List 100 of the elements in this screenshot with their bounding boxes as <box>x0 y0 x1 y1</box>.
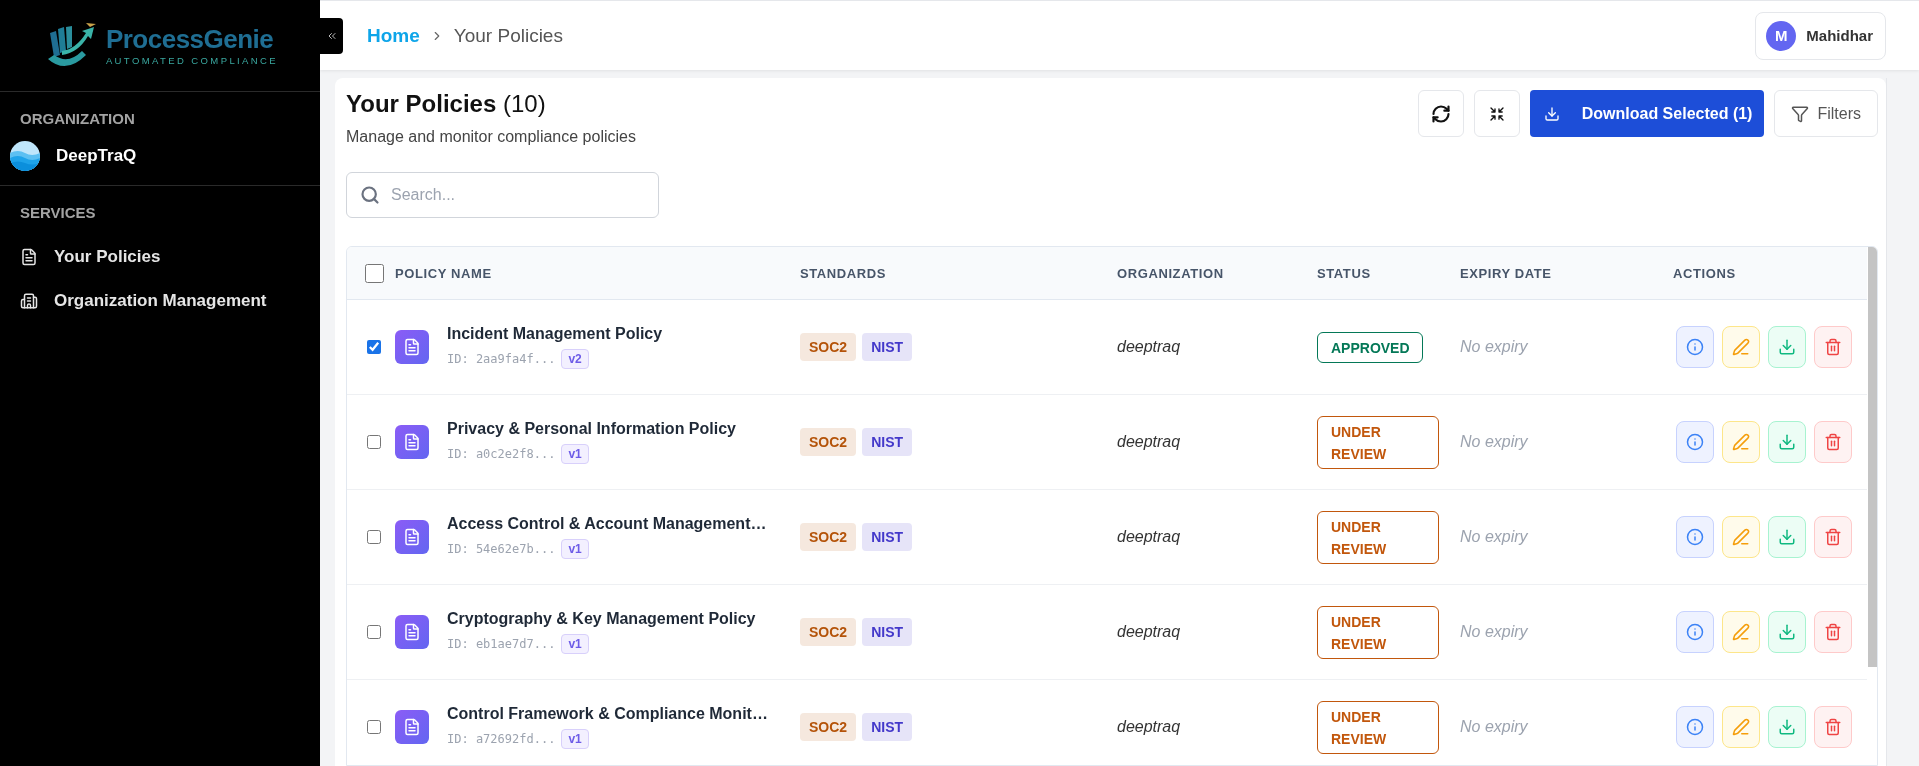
version-badge: v1 <box>561 444 589 464</box>
download-icon <box>1543 105 1560 122</box>
delete-button[interactable] <box>1814 421 1852 463</box>
standard-tag: NIST <box>862 333 912 361</box>
expiry-date: No expiry <box>1460 433 1528 450</box>
policy-id: ID: a0c2e2f8... <box>447 447 556 461</box>
organization-cell: deeptraq <box>1117 528 1181 545</box>
info-icon <box>1686 433 1704 451</box>
status-badge: UNDER REVIEW <box>1317 700 1439 754</box>
delete-button[interactable] <box>1814 516 1852 558</box>
shrink-button[interactable] <box>1473 90 1520 137</box>
download-icon <box>1778 338 1796 356</box>
download-button[interactable] <box>1768 706 1806 748</box>
expiry-date: No expiry <box>1460 528 1528 545</box>
info-button[interactable] <box>1676 706 1714 748</box>
column-header: STATUS <box>1317 266 1371 281</box>
policy-name[interactable]: Privacy & Personal Information Policy <box>447 420 736 438</box>
document-icon <box>395 330 429 364</box>
policy-name[interactable]: Cryptography & Key Management Policy <box>447 610 756 628</box>
edit-button[interactable] <box>1722 516 1760 558</box>
user-avatar: M <box>1766 20 1797 51</box>
info-button[interactable] <box>1676 421 1714 463</box>
user-menu-button[interactable]: M Mahidhar <box>1755 11 1886 60</box>
search-icon <box>360 185 380 205</box>
edit-button[interactable] <box>1722 706 1760 748</box>
delete-button[interactable] <box>1814 326 1852 368</box>
policy-name[interactable]: Access Control & Account Management… <box>447 515 767 533</box>
download-icon <box>1778 528 1796 546</box>
info-button[interactable] <box>1676 326 1714 368</box>
policy-name[interactable]: Control Framework & Compliance Monit… <box>447 705 768 723</box>
brand-tagline: AUTOMATED COMPLIANCE <box>105 54 279 66</box>
version-badge: v1 <box>561 729 589 749</box>
policy-id: ID: eb1ae7d7... <box>447 637 556 651</box>
organization-cell: deeptraq <box>1117 718 1181 735</box>
pencil-icon <box>1732 718 1750 736</box>
standard-tag: NIST <box>862 618 912 646</box>
row-checkbox[interactable] <box>367 435 381 449</box>
policy-id: ID: a72692fd... <box>447 732 556 746</box>
download-icon <box>1778 718 1796 736</box>
download-button[interactable] <box>1768 326 1806 368</box>
info-icon <box>1686 623 1704 641</box>
edit-button[interactable] <box>1722 326 1760 368</box>
pencil-icon <box>1732 433 1750 451</box>
status-badge: UNDER REVIEW <box>1317 605 1439 659</box>
column-header: POLICY NAME <box>395 266 492 281</box>
standard-tag: SOC2 <box>800 713 857 741</box>
info-button[interactable] <box>1676 611 1714 653</box>
status-badge: UNDER REVIEW <box>1317 415 1439 469</box>
status-badge: UNDER REVIEW <box>1317 510 1439 564</box>
row-checkbox[interactable] <box>367 530 381 544</box>
delete-button[interactable] <box>1814 611 1852 653</box>
delete-button[interactable] <box>1814 706 1852 748</box>
organization-name: DeepTraQ <box>56 146 137 166</box>
filters-button[interactable]: Filters <box>1774 90 1878 137</box>
trash-icon <box>1824 528 1842 546</box>
edit-button[interactable] <box>1722 421 1760 463</box>
refresh-icon <box>1430 103 1451 124</box>
section-heading: ORGANIZATION <box>19 110 136 127</box>
trash-icon <box>1824 718 1842 736</box>
filter-icon <box>1791 104 1810 123</box>
breadcrumb-current: Your Policies <box>453 24 563 47</box>
nav-item[interactable]: Your Policies <box>0 235 320 279</box>
policy-id: ID: 54e62e7b... <box>447 542 556 556</box>
section-heading: SERVICES <box>19 204 97 221</box>
document-icon <box>395 520 429 554</box>
search-field[interactable]: Search... <box>346 172 659 218</box>
row-checkbox[interactable] <box>367 720 381 734</box>
download-selected-button[interactable]: Download Selected (1) <box>1529 90 1765 137</box>
row-checkbox[interactable] <box>367 340 381 354</box>
standard-tag: NIST <box>862 713 912 741</box>
standard-tag: NIST <box>862 523 912 551</box>
nav-item[interactable]: Organization Management <box>0 279 320 323</box>
expiry-date: No expiry <box>1460 718 1528 735</box>
row-checkbox[interactable] <box>367 625 381 639</box>
info-icon <box>1686 718 1704 736</box>
info-icon <box>1686 338 1704 356</box>
download-button[interactable] <box>1768 421 1806 463</box>
status-badge: APPROVED <box>1317 331 1423 363</box>
document-icon <box>395 425 429 459</box>
refresh-button[interactable] <box>1417 90 1464 137</box>
scrollbar[interactable] <box>1868 247 1877 667</box>
column-header: ACTIONS <box>1673 266 1736 281</box>
download-button[interactable] <box>1768 611 1806 653</box>
policy-name[interactable]: Incident Management Policy <box>447 325 663 343</box>
document-icon <box>395 710 429 744</box>
standard-tag: SOC2 <box>800 618 857 646</box>
edit-button[interactable] <box>1722 611 1760 653</box>
document-icon <box>20 248 38 266</box>
pencil-icon <box>1732 623 1750 641</box>
organization-cell: deeptraq <box>1117 433 1181 450</box>
trash-icon <box>1824 338 1842 356</box>
collapse-button[interactable] <box>320 17 343 54</box>
document-icon <box>395 615 429 649</box>
select-all-checkbox[interactable] <box>364 263 384 283</box>
column-header: ORGANIZATION <box>1117 266 1224 281</box>
download-button[interactable] <box>1768 516 1806 558</box>
version-badge: v1 <box>561 539 589 559</box>
expiry-date: No expiry <box>1460 338 1528 355</box>
expiry-date: No expiry <box>1460 623 1528 640</box>
info-button[interactable] <box>1676 516 1714 558</box>
